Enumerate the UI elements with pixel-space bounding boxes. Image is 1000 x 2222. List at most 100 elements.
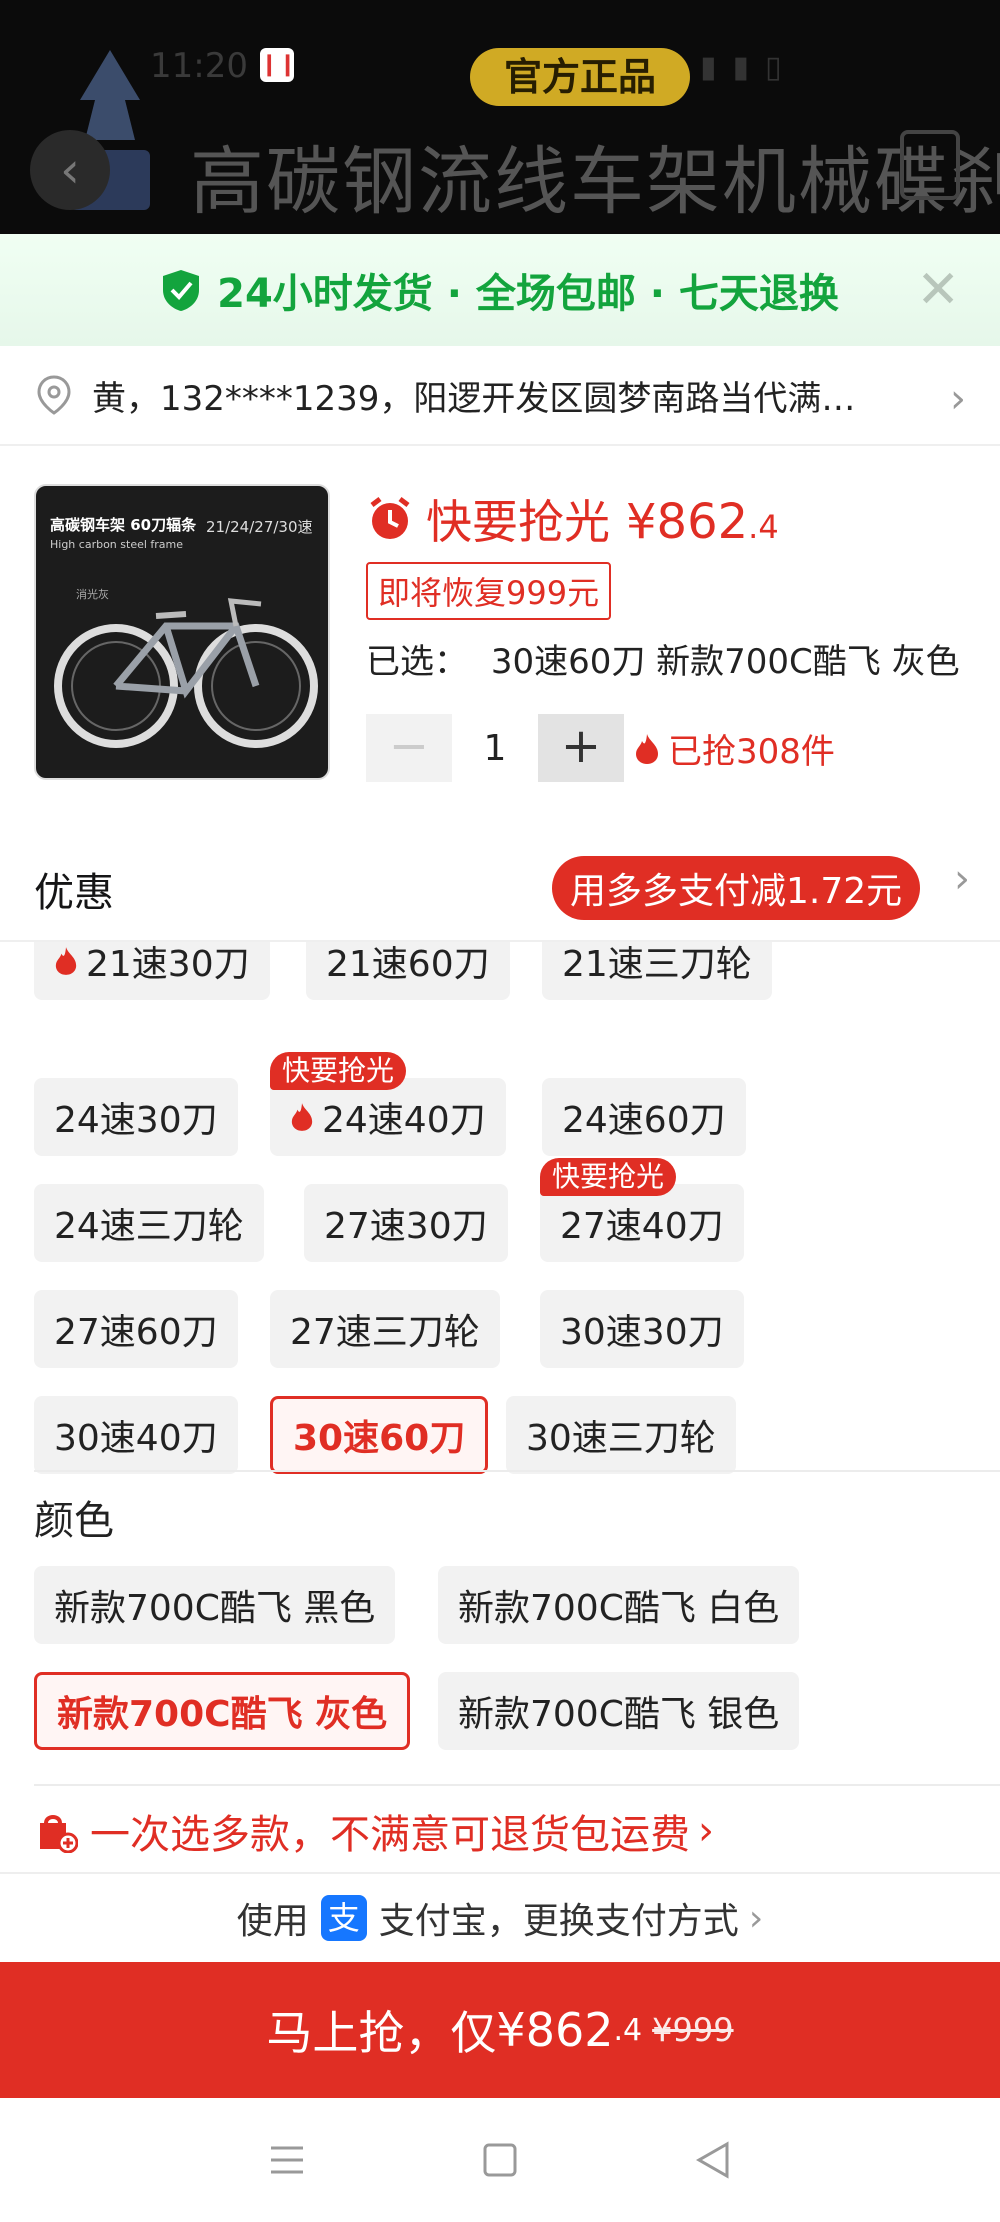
spec-option-label: 30速三刀轮 [526, 1418, 716, 1459]
chevron-right-icon: › [950, 376, 966, 422]
spec-option[interactable]: 24速三刀轮 [34, 1184, 264, 1262]
returns-note[interactable]: 一次选多款，不满意可退货包运费 › [0, 1790, 1000, 1872]
close-icon[interactable]: ✕ [916, 262, 960, 318]
back-button[interactable]: ‹ [30, 130, 110, 210]
spec-option[interactable]: 30速30刀 [540, 1290, 744, 1368]
spec-option-label: 24速40刀 [322, 1100, 486, 1141]
spec-option[interactable]: 27速30刀 [304, 1184, 508, 1262]
color-option[interactable]: 新款700C酷飞 黑色 [34, 1566, 396, 1644]
spec-option-label: 30速40刀 [54, 1418, 218, 1459]
chevron-right-icon: › [698, 1808, 714, 1854]
product-header-backdrop: 11:20 ❙❙ 官方正品 ▮▮▯ 高碳钢流线车架机械碟刹 ‹ [0, 0, 1000, 234]
spec-option[interactable]: 24速60刀 [542, 1078, 746, 1156]
price-line: 快要抢光 ¥862 .4 [366, 486, 779, 552]
payment-row[interactable]: 使用 支 支付宝，更换支付方式 › [0, 1872, 1000, 1962]
color-section-title: 颜色 [34, 1498, 114, 1544]
quantity-value[interactable]: 1 [452, 728, 538, 769]
color-option-label: 新款700C酷飞 灰色 [57, 1694, 388, 1735]
spec-option[interactable]: 21速60刀 [306, 942, 510, 1000]
spec-option-label: 24速60刀 [562, 1100, 726, 1141]
promo-text: 24小时发货 · 全场包邮 · 七天退换 [217, 271, 839, 317]
spec-option-label: 27速30刀 [324, 1206, 488, 1247]
official-badge: 官方正品 [470, 48, 690, 106]
restore-price-badge: 即将恢复999元 [366, 562, 612, 620]
returns-text: 一次选多款，不满意可退货包运费 [90, 1812, 690, 1858]
bicycle-icon [54, 598, 318, 748]
hurry-label: 快要抢光 [426, 495, 610, 549]
spec-option-label: 27速40刀 [560, 1206, 724, 1247]
address-row[interactable]: 黄，132****1239，阳逻开发区圆梦南路当代满… › [0, 346, 1000, 446]
home-icon[interactable] [470, 2130, 530, 2190]
quantity-stepper: − 1 + [366, 714, 624, 782]
price-decimal: .4 [748, 508, 779, 546]
promo-bar: 24小时发货 · 全场包邮 · 七天退换 ✕ [0, 234, 1000, 346]
grabbed-text: 已抢308件 [668, 732, 835, 772]
color-option-label: 新款700C酷飞 银色 [458, 1694, 780, 1735]
payment-text: 支付宝，更换支付方式 [378, 1901, 739, 1942]
color-option-label: 新款700C酷飞 白色 [458, 1588, 780, 1629]
spec-option-label: 24速三刀轮 [54, 1206, 244, 1247]
alipay-icon: 支 [320, 1895, 367, 1941]
buy-now-button[interactable]: 马上抢，仅 ¥862 .4 ¥999 [0, 1962, 1000, 2098]
spec-option[interactable]: 21速30刀 [34, 942, 270, 1000]
spec-option-label: 21速三刀轮 [562, 944, 752, 985]
spec-option-label: 27速60刀 [54, 1312, 218, 1353]
color-option-selected[interactable]: 新款700C酷飞 灰色 [34, 1672, 411, 1750]
options-panel: 21速30刀 21速60刀 21速三刀轮 24速30刀 24速40刀 快要抢光 … [0, 942, 1000, 1872]
increase-button[interactable]: + [538, 714, 624, 782]
discount-label: 优惠 [34, 870, 114, 916]
section-divider [34, 1784, 1000, 1786]
grabbed-count: 已抢308件 [634, 724, 835, 773]
banner-text: 高碳钢流线车架机械碟刹 [190, 139, 1000, 225]
status-time: 11:20 [150, 46, 248, 86]
spec-option[interactable]: 21速三刀轮 [542, 942, 772, 1000]
status-icons: ▮▮▯ [700, 50, 798, 85]
payment-prefix: 使用 [236, 1901, 309, 1942]
selected-spec: 已选： 30速60刀 新款700C酷飞 灰色 [366, 634, 960, 683]
menu-icon[interactable] [257, 2130, 317, 2190]
alarm-clock-icon [370, 497, 410, 539]
spec-option[interactable]: 27速三刀轮 [270, 1290, 500, 1368]
color-option[interactable]: 新款700C酷飞 白色 [438, 1566, 800, 1644]
spec-option-label: 27速三刀轮 [290, 1312, 480, 1353]
buy-price: ¥862 [496, 2003, 614, 2057]
flame-icon [636, 733, 658, 764]
discount-row[interactable]: 优惠 用多多支付减1.72元 › [0, 826, 1000, 942]
buy-price-decimal: .4 [613, 2012, 643, 2048]
hurry-tag: 快要抢光 [540, 1158, 677, 1196]
product-summary: 高碳钢车架 60刀辐条 High carbon steel frame 21/2… [0, 446, 1000, 826]
selected-value: 30速60刀 新款700C酷飞 灰色 [490, 642, 960, 682]
share-icon[interactable] [900, 130, 960, 200]
spec-option[interactable]: 24速30刀 [34, 1078, 238, 1156]
decrease-button[interactable]: − [366, 714, 452, 782]
chevron-right-icon: › [748, 1897, 764, 1939]
spec-option[interactable]: 30速40刀 [34, 1396, 238, 1474]
flame-icon [55, 947, 77, 975]
spec-option-label: 21速30刀 [86, 944, 250, 985]
price-main: ¥862 [626, 494, 749, 550]
color-option[interactable]: 新款700C酷飞 银色 [438, 1672, 800, 1750]
spec-option[interactable]: 30速三刀轮 [506, 1396, 736, 1474]
hurry-tag: 快要抢光 [270, 1052, 407, 1090]
address-text: 黄，132****1239，阳逻开发区圆梦南路当代满… [92, 378, 856, 419]
selected-label: 已选： [366, 642, 468, 682]
shopping-bag-plus-icon [40, 1815, 78, 1853]
product-image[interactable]: 高碳钢车架 60刀辐条 High carbon steel frame 21/2… [34, 484, 330, 780]
discount-pill[interactable]: 用多多支付减1.72元 [552, 856, 921, 920]
flame-icon [291, 1103, 313, 1131]
buy-original-price: ¥999 [652, 2011, 734, 2049]
spec-option[interactable]: 27速60刀 [34, 1290, 238, 1368]
spec-option-label: 30速60刀 [293, 1418, 466, 1459]
recording-icon: ❙❙ [260, 48, 297, 82]
spec-option-label: 21速60刀 [326, 944, 490, 985]
system-nav-bar [0, 2098, 1000, 2222]
location-pin-icon [37, 375, 71, 415]
spec-option-label: 30速30刀 [560, 1312, 724, 1353]
spec-option-label: 24速30刀 [54, 1100, 218, 1141]
back-triangle-icon[interactable] [683, 2130, 743, 2190]
chevron-right-icon: › [954, 856, 970, 902]
section-divider [34, 1470, 1000, 1472]
shield-check-icon [163, 270, 200, 311]
spec-option-selected[interactable]: 30速60刀 [270, 1396, 489, 1474]
color-option-label: 新款700C酷飞 黑色 [54, 1588, 376, 1629]
